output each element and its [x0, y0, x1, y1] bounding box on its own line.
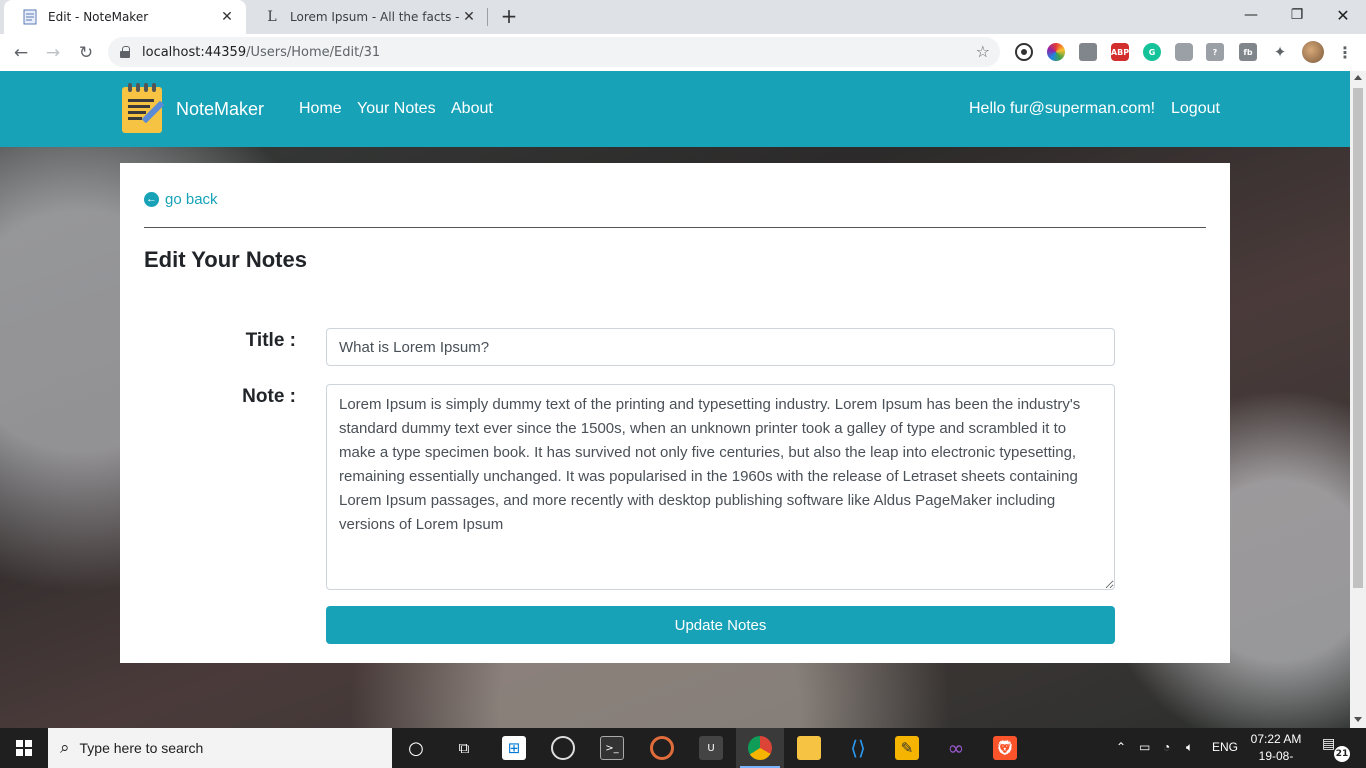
language-indicator[interactable]: ENG — [1212, 740, 1238, 754]
arrow-left-circle-icon: ← — [144, 192, 159, 207]
go-back-link[interactable]: ← go back — [144, 191, 218, 208]
lipsum-favicon-icon: L — [267, 9, 277, 25]
address-bar[interactable]: localhost:44359/Users/Home/Edit/31 ☆ — [108, 37, 1000, 67]
restore-icon[interactable]: ❐ — [1274, 0, 1320, 30]
windows-taskbar: ⌕ Type here to search ○ ⧉ ⊞ >_ U ⟨⟩ ✎ ∞ … — [0, 728, 1366, 768]
bookmark-star-icon[interactable]: ☆ — [976, 42, 990, 61]
profile-avatar[interactable] — [1302, 41, 1324, 63]
visual-studio-icon[interactable]: ∞ — [944, 736, 968, 760]
window-close-icon[interactable]: ✕ — [1320, 0, 1366, 30]
url-text: localhost:44359/Users/Home/Edit/31 — [142, 44, 381, 60]
tab-title: Lorem Ipsum - All the facts - Lipsum — [290, 10, 460, 24]
brand[interactable]: NoteMaker — [120, 83, 264, 135]
wifi-icon[interactable]: ◔ — [1163, 740, 1170, 754]
shield-extension-icon[interactable]: ? — [1206, 43, 1224, 61]
page-favicon-icon — [22, 9, 38, 25]
adblock-plus-icon[interactable]: ABP — [1111, 43, 1129, 61]
start-button[interactable] — [0, 728, 48, 768]
action-center-icon[interactable]: ▤ 21 — [1322, 736, 1350, 762]
tab-lorem-ipsum[interactable]: L Lorem Ipsum - All the facts - Lipsum ✕ — [246, 0, 488, 34]
paint-icon[interactable]: ✎ — [895, 736, 919, 760]
scroll-down-icon[interactable] — [1354, 717, 1362, 722]
page-scrollbar[interactable] — [1350, 71, 1366, 728]
cortana-icon[interactable]: ○ — [404, 736, 428, 760]
tab-close-icon[interactable]: ✕ — [218, 8, 236, 26]
title-input[interactable] — [326, 328, 1115, 366]
search-icon: ⌕ — [60, 738, 70, 758]
system-clock[interactable]: 07:22 AM 19-08-2020 — [1246, 731, 1306, 768]
color-picker-extension-icon[interactable] — [1047, 43, 1065, 61]
clock-time: 07:22 AM — [1250, 732, 1302, 746]
tab-separator — [487, 8, 488, 26]
browser-menu-icon[interactable]: ⋮ — [1336, 43, 1354, 62]
bag-extension-icon[interactable] — [1079, 43, 1097, 61]
nav-link-home[interactable]: Home — [299, 100, 342, 118]
vscode-icon[interactable]: ⟨⟩ — [846, 736, 870, 760]
forward-arrow-icon[interactable]: → — [40, 40, 66, 66]
record-extension-icon[interactable] — [1015, 43, 1033, 61]
tab-edit-notemaker[interactable]: Edit - NoteMaker ✕ — [4, 0, 246, 34]
tray-overflow-icon[interactable]: ⌃ — [1116, 740, 1126, 754]
windows-logo-icon — [16, 740, 32, 756]
go-back-label: go back — [165, 191, 218, 208]
file-explorer-icon[interactable] — [797, 736, 821, 760]
nav-link-about[interactable]: About — [451, 100, 493, 118]
logout-link[interactable]: Logout — [1171, 100, 1220, 118]
divider — [144, 227, 1206, 228]
chrome-icon[interactable] — [748, 736, 772, 760]
media-player-icon[interactable] — [650, 736, 674, 760]
note-label: Note : — [242, 386, 296, 407]
tab-close-icon[interactable]: ✕ — [460, 8, 478, 26]
scroll-up-icon[interactable] — [1354, 75, 1362, 80]
reload-icon[interactable]: ↻ — [73, 40, 99, 66]
back-arrow-icon[interactable]: ← — [8, 40, 34, 66]
obs-icon[interactable] — [551, 736, 575, 760]
update-notes-button[interactable]: Update Notes — [326, 606, 1115, 644]
brave-icon[interactable]: 🦁︎ — [993, 736, 1017, 760]
user-greeting-link[interactable]: Hello fur@superman.com! — [969, 100, 1155, 118]
volume-icon[interactable]: 🔈︎ — [1186, 740, 1193, 755]
note-textarea[interactable]: Lorem Ipsum is simply dummy text of the … — [326, 384, 1115, 590]
grammarly-icon[interactable]: G — [1143, 43, 1161, 61]
browser-tab-strip: Edit - NoteMaker ✕ L Lorem Ipsum - All t… — [0, 0, 1366, 34]
brand-name: NoteMaker — [176, 98, 265, 119]
store-icon[interactable]: ⊞ — [502, 736, 526, 760]
page-title: Edit Your Notes — [144, 247, 307, 272]
extensions-puzzle-icon[interactable]: ✦ — [1271, 43, 1289, 61]
notification-badge: 21 — [1334, 746, 1350, 762]
nav-link-your-notes[interactable]: Your Notes — [357, 100, 436, 118]
cloud-extension-icon[interactable] — [1175, 43, 1193, 61]
terminal-icon[interactable]: >_ — [600, 736, 624, 760]
fb-extension-icon[interactable]: fb — [1239, 43, 1257, 61]
task-view-icon[interactable]: ⧉ — [452, 736, 476, 760]
new-tab-icon[interactable]: + — [498, 6, 520, 28]
unity-icon[interactable]: U — [699, 736, 723, 760]
lock-icon — [120, 46, 130, 58]
search-placeholder: Type here to search — [79, 740, 204, 756]
title-label: Title : — [245, 330, 296, 351]
browser-toolbar: ← → ↻ localhost:44359/Users/Home/Edit/31… — [0, 34, 1366, 71]
tab-title: Edit - NoteMaker — [48, 10, 149, 24]
page-viewport: NoteMaker Home Your Notes About Hello fu… — [0, 71, 1350, 728]
minimize-icon[interactable]: — — [1228, 0, 1274, 30]
scrollbar-thumb[interactable] — [1353, 88, 1363, 588]
notepad-logo-icon — [120, 83, 166, 135]
clock-date: 19-08-2020 — [1258, 749, 1294, 768]
edit-note-card: ← go back Edit Your Notes Title : Note :… — [120, 163, 1230, 663]
battery-icon[interactable]: ▭ — [1139, 740, 1150, 754]
site-navbar: NoteMaker Home Your Notes About Hello fu… — [0, 71, 1350, 147]
taskbar-search-box[interactable]: ⌕ Type here to search — [48, 728, 392, 768]
